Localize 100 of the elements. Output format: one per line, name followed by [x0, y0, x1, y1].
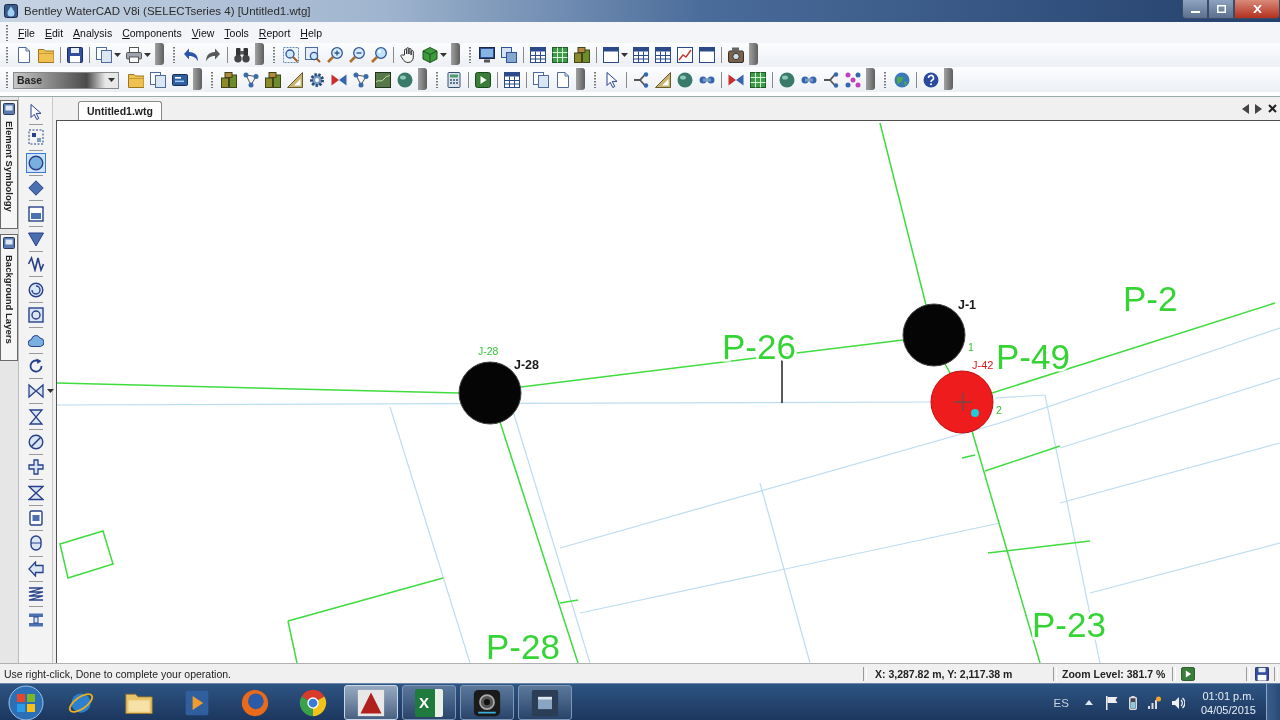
play-icon[interactable] — [1181, 666, 1195, 681]
close-button[interactable] — [1234, 0, 1280, 19]
pages-icon[interactable] — [533, 72, 549, 88]
valve-icon[interactable] — [728, 72, 744, 88]
speaker-icon[interactable] — [1170, 695, 1185, 710]
zoom-out-icon[interactable] — [349, 47, 365, 63]
boxes-icon[interactable] — [221, 72, 237, 88]
crossbar-icon[interactable] — [25, 457, 46, 478]
side-tab[interactable]: Element Symbology — [0, 100, 18, 229]
folder-icon[interactable] — [128, 72, 144, 88]
sphere-icon[interactable] — [397, 72, 413, 88]
chart-icon[interactable] — [677, 47, 693, 63]
page-icon[interactable] — [555, 72, 571, 88]
grid-icon[interactable] — [750, 72, 766, 88]
pages-icon[interactable] — [96, 47, 112, 63]
caret-icon[interactable] — [144, 53, 151, 57]
magnifier-icon[interactable] — [371, 47, 387, 63]
cube-icon[interactable] — [422, 47, 438, 63]
menu-item[interactable]: File — [13, 23, 40, 42]
scroll-right-icon[interactable] — [1255, 103, 1262, 114]
start-button[interactable] — [8, 684, 44, 720]
table-icon[interactable] — [655, 47, 671, 63]
play-icon[interactable] — [475, 72, 491, 88]
scenario-dropdown[interactable]: Base — [13, 71, 119, 89]
zoom-window-icon[interactable] — [305, 47, 321, 63]
junction-node[interactable] — [930, 370, 994, 434]
maximize-button[interactable] — [1208, 0, 1234, 19]
camera-icon[interactable] — [728, 47, 744, 63]
framed-spiral-icon[interactable] — [25, 305, 46, 325]
menu-item[interactable]: Edit — [39, 23, 69, 42]
minimize-button[interactable] — [1182, 0, 1208, 19]
monitor-icon[interactable] — [479, 47, 495, 63]
menu-item[interactable]: Help — [295, 23, 327, 42]
layers-icon[interactable] — [501, 47, 517, 63]
grid-icon[interactable] — [552, 47, 568, 63]
ruler-icon[interactable] — [655, 72, 671, 88]
taskbar-button[interactable] — [518, 685, 572, 720]
scatter-icon[interactable] — [845, 72, 861, 88]
boxes-icon[interactable] — [265, 72, 281, 88]
close-icon[interactable] — [1268, 104, 1277, 113]
flag-icon[interactable] — [1104, 695, 1119, 710]
diamond-icon[interactable] — [25, 178, 46, 199]
valve-icon[interactable] — [331, 72, 347, 88]
undo-icon[interactable] — [183, 47, 199, 63]
menu-item[interactable]: Tools — [219, 23, 254, 42]
ruler-icon[interactable] — [287, 72, 303, 88]
menu-item[interactable]: View — [186, 23, 220, 42]
window-icon[interactable] — [603, 47, 619, 63]
window-icon[interactable] — [699, 47, 715, 63]
sphere-icon[interactable] — [779, 72, 795, 88]
page-icon[interactable] — [16, 47, 32, 63]
pages-icon[interactable] — [150, 72, 166, 88]
menu-item[interactable]: Analysis — [68, 23, 118, 42]
printer-icon[interactable] — [126, 47, 142, 63]
hand-icon[interactable] — [400, 47, 416, 63]
map-icon[interactable] — [375, 72, 391, 88]
boxes-icon[interactable] — [574, 47, 590, 63]
nodes-icon[interactable] — [243, 72, 259, 88]
battery-icon[interactable] — [1128, 695, 1137, 710]
sphere-icon[interactable] — [677, 72, 693, 88]
gear-icon[interactable] — [309, 72, 325, 88]
caret-icon[interactable] — [108, 78, 115, 82]
caret-icon[interactable] — [46, 389, 54, 394]
table-icon[interactable] — [633, 47, 649, 63]
scroll-left-icon[interactable] — [1242, 103, 1249, 114]
folder-icon[interactable] — [38, 47, 54, 63]
calculator-icon[interactable] — [446, 72, 462, 88]
zoom-extents-icon[interactable] — [283, 47, 299, 63]
menu-item[interactable]: Components — [117, 23, 187, 42]
fork-icon[interactable] — [823, 72, 839, 88]
language-indicator[interactable]: ES — [1053, 696, 1069, 709]
nodes-icon[interactable] — [353, 72, 369, 88]
caret-icon[interactable] — [621, 53, 628, 57]
circle-icon[interactable] — [25, 152, 46, 173]
tank-icon[interactable] — [25, 203, 46, 224]
signal-icon[interactable] — [1146, 695, 1161, 710]
help-icon[interactable] — [923, 72, 939, 88]
clock-time[interactable]: 01:01 p.m. — [1202, 688, 1255, 703]
show-desktop-button[interactable] — [1266, 684, 1280, 720]
caret-icon[interactable] — [114, 53, 121, 57]
side-tab[interactable]: Background Layers — [0, 233, 18, 361]
select-box-icon[interactable] — [25, 127, 46, 148]
chevron-up-icon[interactable] — [1084, 700, 1093, 705]
globe-icon[interactable] — [894, 72, 910, 88]
table-icon[interactable] — [530, 47, 546, 63]
fork-icon[interactable] — [633, 72, 649, 88]
document-tab[interactable]: Untitled1.wtg — [78, 101, 162, 120]
clock-date[interactable]: 04/05/2015 — [1200, 702, 1256, 717]
table-icon[interactable] — [504, 72, 520, 88]
cursor-icon[interactable] — [604, 72, 620, 88]
binoculars-icon[interactable] — [234, 47, 250, 63]
taskbar-button[interactable] — [460, 685, 514, 720]
caret-icon[interactable] — [440, 53, 447, 57]
zoom-in-icon[interactable] — [327, 47, 343, 63]
redo-icon[interactable] — [205, 47, 221, 63]
card-icon[interactable] — [172, 72, 188, 88]
floppy-icon[interactable] — [1255, 666, 1269, 681]
taskbar-button[interactable]: X — [402, 685, 456, 720]
menu-item[interactable]: Report — [253, 23, 296, 42]
floppy-icon[interactable] — [67, 47, 83, 63]
